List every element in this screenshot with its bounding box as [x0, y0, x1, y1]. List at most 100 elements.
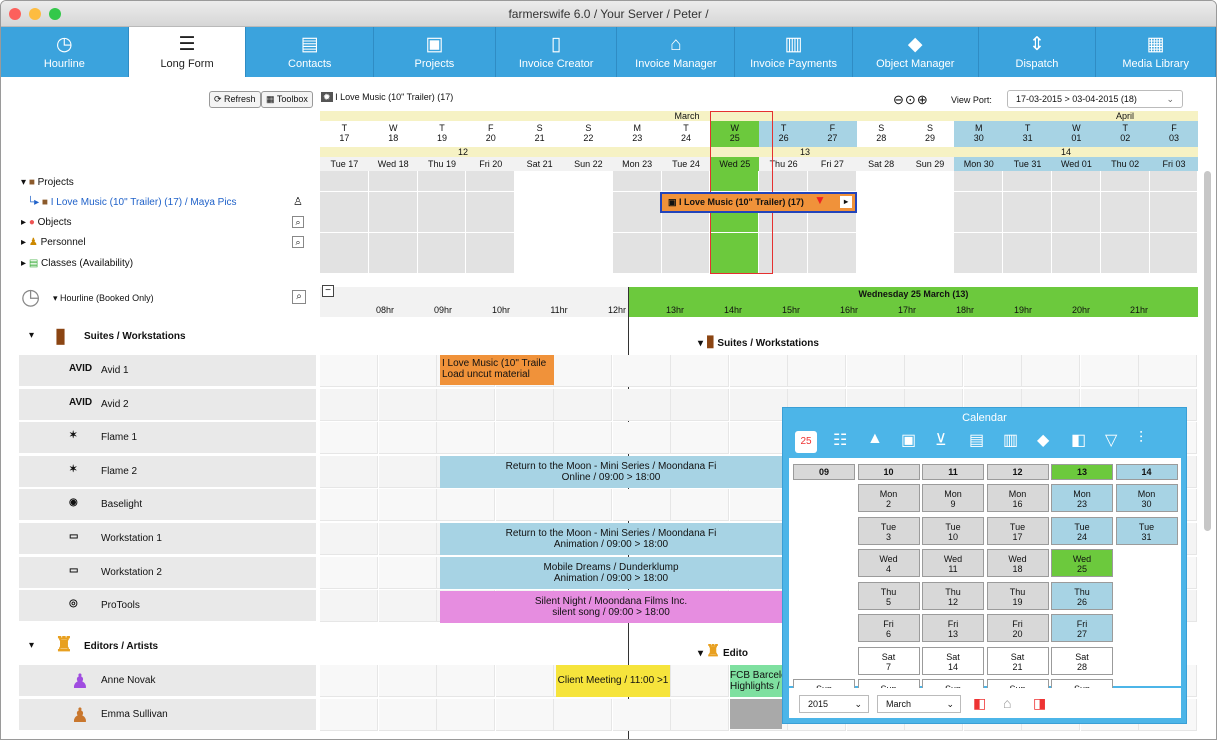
next-month-icon[interactable]: ◨: [1033, 695, 1046, 712]
time-slot[interactable]: [320, 455, 378, 488]
day-label[interactable]: Wed 01: [1052, 157, 1101, 171]
calendar-day[interactable]: Tue 31: [1115, 516, 1178, 545]
time-slot[interactable]: [612, 422, 671, 455]
calendar-day[interactable]: Sat 14: [922, 646, 984, 675]
time-slot[interactable]: [495, 422, 554, 455]
resource-row[interactable]: ▭ Workstation 2: [19, 556, 316, 589]
collapse-icon[interactable]: ▾: [29, 330, 34, 341]
calendar-week-header[interactable]: 10: [857, 464, 920, 480]
alert-icon[interactable]: ▲: [867, 430, 883, 448]
time-slot[interactable]: [378, 699, 437, 731]
day-label[interactable]: Sat 28: [856, 157, 906, 171]
zoom-window-button[interactable]: [49, 8, 61, 20]
time-slot[interactable]: [671, 355, 729, 387]
time-slot[interactable]: [495, 489, 554, 522]
expand-icon[interactable]: ▸: [840, 196, 852, 208]
time-slot[interactable]: [554, 388, 612, 421]
resource-row[interactable]: ◎ ProTools: [19, 590, 316, 623]
booking-anne-2[interactable]: FCB Barcelo Highlights /: [730, 665, 782, 697]
hourline-toggle[interactable]: ▾ Hourline (Booked Only): [53, 293, 154, 304]
booking-flame2[interactable]: Return to the Moon - Mini Series / Moond…: [440, 456, 782, 488]
calendar-day[interactable]: Thu 26: [1051, 581, 1113, 610]
time-slot[interactable]: [612, 489, 671, 522]
day-label[interactable]: Fri 03: [1149, 157, 1199, 171]
trash-icon[interactable]: ▽: [1105, 430, 1117, 450]
briefcase-icon[interactable]: ▣: [901, 430, 916, 450]
time-slot[interactable]: [846, 355, 905, 387]
time-slot[interactable]: [1022, 355, 1080, 387]
calendar-day[interactable]: Wed 18: [986, 549, 1049, 577]
time-slot[interactable]: [437, 388, 495, 421]
tree-projects[interactable]: ▾ ■ Projects: [21, 177, 74, 188]
time-slot[interactable]: [320, 523, 378, 555]
calendar-day[interactable]: Sat 7: [857, 646, 920, 675]
resource-row[interactable]: ✶ Flame 2: [19, 455, 316, 488]
time-slot[interactable]: [495, 699, 554, 731]
calendar-day[interactable]: Tue 3: [857, 516, 920, 545]
time-slot[interactable]: [729, 422, 788, 455]
calendar-day[interactable]: Wed 25: [1051, 549, 1113, 577]
toolbar-media-library[interactable]: ▦ Media Library: [1096, 27, 1216, 77]
time-slot[interactable]: [378, 665, 437, 697]
collapse-icon[interactable]: ▾: [698, 648, 703, 659]
time-slot[interactable]: [378, 489, 437, 522]
person-icon[interactable]: ♙: [293, 195, 303, 208]
person-row[interactable]: ♟ Emma Sullivan: [19, 699, 316, 731]
time-slot[interactable]: [320, 355, 378, 387]
day-label[interactable]: Fri 20: [466, 157, 516, 171]
copy-icon[interactable]: ◧: [1071, 430, 1086, 450]
day-label[interactable]: Mon 23: [612, 157, 662, 171]
search-icon[interactable]: ⌕: [292, 290, 306, 304]
time-slot[interactable]: [495, 388, 554, 421]
zoom-in-icon[interactable]: ⊕: [917, 92, 929, 107]
minimize-window-button[interactable]: [29, 8, 41, 20]
calendar-day[interactable]: Thu 19: [986, 581, 1049, 610]
year-select[interactable]: 2015 ⌄: [799, 695, 869, 713]
toolbar-object-manager[interactable]: ◆ Object Manager: [853, 27, 979, 77]
calendar-day[interactable]: Thu 5: [857, 581, 920, 610]
day-label[interactable]: Mon 30: [954, 157, 1004, 171]
time-slot[interactable]: [554, 489, 612, 522]
calendar-day[interactable]: Tue 17: [986, 516, 1049, 545]
toolbar-long-form[interactable]: ☰ Long Form: [128, 27, 247, 77]
time-slot[interactable]: [378, 355, 437, 387]
day-label[interactable]: Sun 22: [564, 157, 613, 171]
resource-row[interactable]: AVID Avid 2: [19, 388, 316, 421]
time-slot[interactable]: [612, 699, 671, 731]
time-slot[interactable]: [320, 388, 378, 421]
day-label[interactable]: Tue 31: [1003, 157, 1052, 171]
calendar-week-header[interactable]: 12: [986, 464, 1049, 480]
close-window-button[interactable]: [9, 8, 21, 20]
refresh-button[interactable]: ⟳ Refresh: [209, 91, 261, 108]
calendar-day[interactable]: Mon 2: [857, 484, 920, 512]
day-label[interactable]: Thu 02: [1100, 157, 1150, 171]
gear-icon[interactable]: ✹: [321, 92, 333, 102]
calendar-week-header[interactable]: 09: [793, 464, 855, 480]
time-slot[interactable]: [1080, 355, 1139, 387]
toolbar-invoice-creator[interactable]: ▯ Invoice Creator: [496, 27, 618, 77]
toolbar-hourline[interactable]: ◷ Hourline: [1, 27, 129, 77]
calendar-day[interactable]: Thu 12: [922, 581, 984, 610]
calendar-day[interactable]: Mon 16: [986, 484, 1049, 512]
calendar-day[interactable]: Sat 28: [1051, 646, 1113, 675]
tree-project-item[interactable]: └▸ ■ I Love Music (10" Trailer) (17) / M…: [27, 197, 237, 208]
calendar-day[interactable]: Fri 20: [986, 614, 1049, 642]
cart-icon[interactable]: ⊻: [935, 430, 947, 450]
objects-icon[interactable]: ◆: [1037, 430, 1049, 450]
day-label[interactable]: Sat 21: [515, 157, 564, 171]
time-slot[interactable]: [320, 556, 378, 589]
toolbar-contacts[interactable]: ▤ Contacts: [246, 27, 375, 77]
mixer-icon[interactable]: ⫶: [1139, 430, 1143, 448]
calendar-day[interactable]: Fri 6: [857, 614, 920, 642]
collapse-icon[interactable]: ▾: [29, 640, 34, 651]
time-slot[interactable]: [378, 556, 437, 589]
resource-row[interactable]: ▭ Workstation 1: [19, 523, 316, 555]
month-select[interactable]: March ⌄: [877, 695, 961, 713]
time-slot[interactable]: [378, 422, 437, 455]
task-list-icon[interactable]: ☷: [833, 430, 847, 450]
day-label[interactable]: Fri 27: [808, 157, 857, 171]
time-slot[interactable]: [378, 590, 437, 623]
time-slot[interactable]: [378, 388, 437, 421]
tree-personnel[interactable]: ▸ ♟ Personnel: [21, 237, 86, 248]
toolbar-invoice-payments[interactable]: ▥ Invoice Payments: [735, 27, 853, 77]
